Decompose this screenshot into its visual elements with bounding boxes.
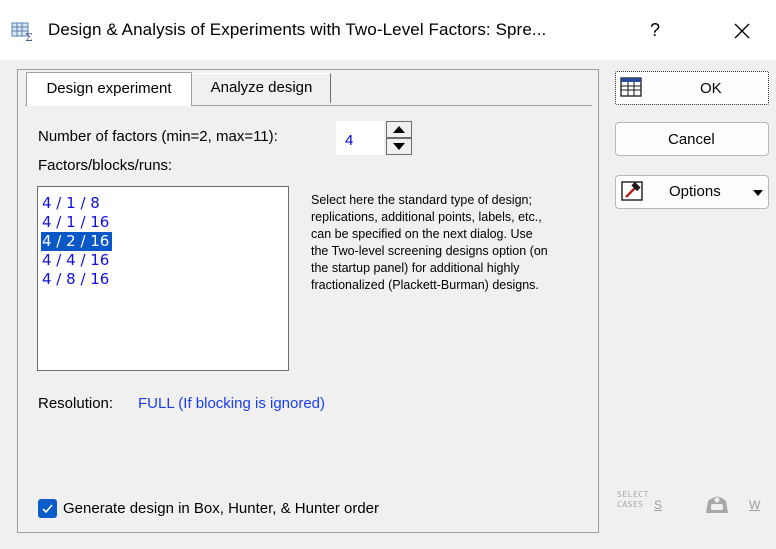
window-title: Design & Analysis of Experiments with Tw… [48,20,547,39]
weight-button[interactable]: W [700,488,768,518]
design-listbox[interactable]: 4 / 1 / 8 4 / 1 / 16 4 / 2 / 16 4 / 4 / … [37,186,289,371]
select-cases-shortcut: S [654,498,663,512]
tab-design-experiment[interactable]: Design experiment [26,72,192,106]
title-bar: Σ Design & Analysis of Experiments with … [0,0,776,60]
select-cases-line1: SELECT [617,490,649,499]
options-hammer-icon [621,181,643,201]
dialog-window: Σ Design & Analysis of Experiments with … [0,0,776,549]
app-icon: Σ [11,22,33,42]
ok-button[interactable]: OK [615,71,769,105]
options-button[interactable]: Options [615,175,769,209]
spin-up-button[interactable] [386,121,412,138]
options-label: Options [669,183,721,200]
num-factors-input[interactable]: 4 [336,121,384,155]
list-item[interactable]: 4 / 1 / 16 [41,213,112,232]
select-cases-icon: SELECT CASES [617,490,649,510]
ok-label: OK [700,80,722,97]
checkmark-icon [42,504,53,514]
help-button[interactable]: ? [640,16,670,44]
arrow-down-icon [393,143,405,150]
generate-bhh-checkbox[interactable] [38,499,57,518]
generate-bhh-label[interactable]: Generate design in Box, Hunter, & Hunter… [63,500,379,517]
weight-shortcut: W [749,498,761,512]
close-icon[interactable] [725,16,759,46]
tab-analyze-design[interactable]: Analyze design [193,73,331,103]
weight-icon [706,496,728,513]
cancel-label: Cancel [668,131,715,148]
list-item[interactable]: 4 / 8 / 16 [41,270,112,289]
num-factors-value: 4 [345,132,354,149]
select-cases-line2: CASES [617,500,644,509]
spreadsheet-icon [620,77,642,97]
spin-down-button[interactable] [386,138,412,155]
num-factors-spinner[interactable] [386,121,412,155]
list-item[interactable]: 4 / 4 / 16 [41,251,112,270]
cancel-button[interactable]: Cancel [615,122,769,156]
arrow-up-icon [393,126,405,133]
svg-text:Σ: Σ [25,31,33,42]
list-item-selected[interactable]: 4 / 2 / 16 [41,232,113,251]
select-cases-button[interactable]: SELECT CASES S [614,488,670,518]
num-factors-label: Number of factors (min=2, max=11): [38,128,278,145]
list-item[interactable]: 4 / 1 / 8 [41,194,103,213]
chevron-down-icon [753,190,763,196]
design-help-text: Select here the standard type of design;… [311,193,548,292]
factors-blocks-runs-label: Factors/blocks/runs: [38,157,173,174]
resolution-value: FULL (If blocking is ignored) [138,395,326,412]
resolution-label: Resolution: [38,395,114,412]
